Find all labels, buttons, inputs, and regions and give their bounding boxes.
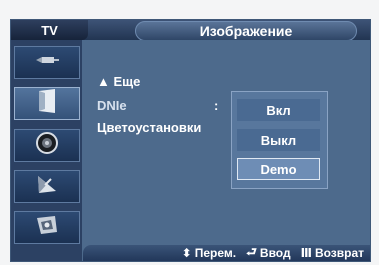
dnie-colon: : — [214, 98, 219, 113]
option-off[interactable]: Выкл — [237, 129, 320, 151]
up-down-arrow-icon: ⬍ — [181, 246, 192, 260]
setup-icon — [35, 214, 59, 241]
hint-bar: ⬍ Перем. ⮐ Ввод Ⅲ Возврат — [83, 245, 370, 261]
menu-content: ▲ Еще DNIe : Цветоустановки Вкл Выкл Dem… — [83, 40, 370, 244]
hint-enter: ⮐ Ввод — [246, 243, 291, 264]
menu-item-color-settings[interactable]: Цветоустановки — [97, 120, 201, 135]
sidebar-item-satellite[interactable] — [14, 170, 80, 203]
screen-icon — [35, 88, 59, 119]
sidebar-item-channel[interactable] — [14, 46, 80, 79]
hint-return: Ⅲ Возврат — [301, 246, 364, 260]
enter-icon: ⮐ — [246, 244, 257, 259]
hint-move: ⬍ Перем. — [182, 246, 236, 260]
return-icon: Ⅲ — [300, 246, 312, 260]
dnie-dropdown: Вкл Выкл Demo — [231, 91, 328, 189]
tv-osd-window: TV Изображение ▲ Еще DNIe: Цветоустанов… — [10, 19, 371, 262]
speaker-icon — [36, 132, 58, 159]
sidebar-item-picture[interactable] — [14, 87, 80, 120]
hint-move-label: Перем. — [194, 246, 237, 260]
sidebar-item-setup[interactable] — [14, 211, 80, 244]
hint-return-label: Возврат — [314, 246, 364, 260]
sidebar-item-sound[interactable] — [14, 129, 80, 162]
option-on[interactable]: Вкл — [237, 99, 320, 121]
osd-sidebar — [11, 40, 82, 261]
menu-item-dnie[interactable]: DNIe — [97, 98, 127, 113]
page-title: Изображение — [135, 21, 357, 41]
satellite-dish-icon — [35, 173, 59, 200]
menu-item-more[interactable]: ▲ Еще — [97, 74, 140, 89]
osd-header: TV Изображение — [11, 20, 370, 41]
antenna-icon — [34, 53, 60, 72]
hint-enter-label: Ввод — [259, 246, 291, 260]
tv-tab[interactable]: TV — [11, 20, 88, 40]
option-demo[interactable]: Demo — [237, 158, 320, 180]
